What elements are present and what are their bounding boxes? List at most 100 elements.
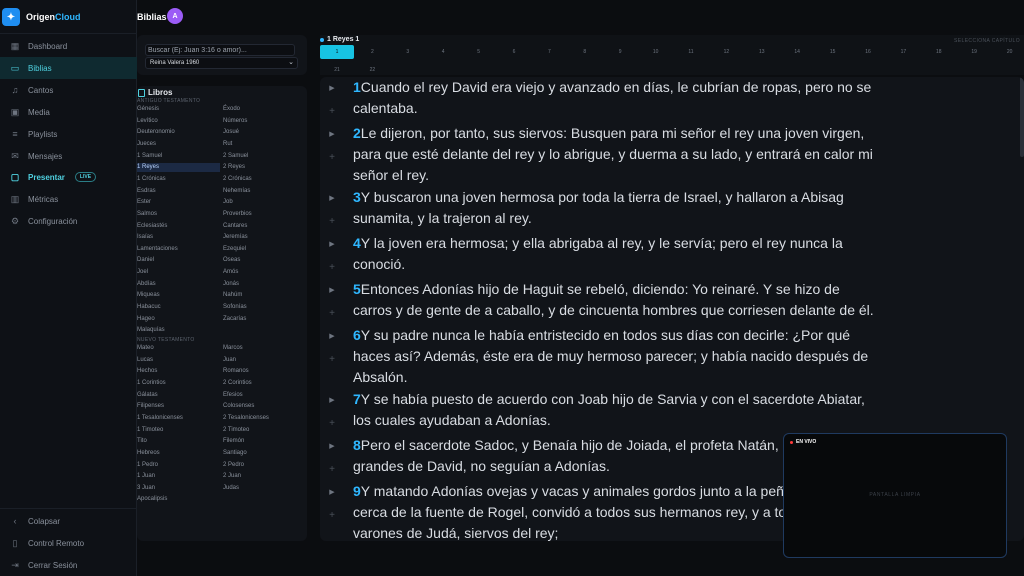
- book-item[interactable]: Eclesiastés: [137, 222, 167, 231]
- book-item[interactable]: Malaquías: [137, 326, 165, 335]
- book-item[interactable]: Jeremías: [223, 233, 248, 242]
- book-item[interactable]: Habacuc: [137, 303, 161, 312]
- brand[interactable]: ✦ OrigenCloud: [2, 6, 81, 28]
- book-item[interactable]: Filemón: [223, 437, 244, 446]
- chapter-button[interactable]: 12: [709, 45, 743, 59]
- book-item[interactable]: Nahúm: [223, 291, 242, 300]
- sidebar-item-media[interactable]: ▣ Media: [0, 101, 137, 123]
- book-item[interactable]: Ester: [137, 198, 151, 207]
- play-icon[interactable]: ▶: [324, 190, 340, 206]
- chapter-button[interactable]: 15: [816, 45, 850, 59]
- chapter-button[interactable]: 13: [745, 45, 779, 59]
- chapter-button[interactable]: 19: [957, 45, 991, 59]
- book-item[interactable]: Gálatas: [137, 391, 158, 400]
- book-item[interactable]: 1 Tesalonicenses: [137, 414, 183, 423]
- book-item[interactable]: Ezequiel: [223, 245, 246, 254]
- play-icon[interactable]: ▶: [324, 236, 340, 252]
- book-item[interactable]: Hebreos: [137, 449, 160, 458]
- book-item[interactable]: Levítico: [137, 117, 158, 126]
- book-item[interactable]: Apocalipsis: [137, 495, 167, 504]
- chapter-button[interactable]: 10: [639, 45, 673, 59]
- chapter-button[interactable]: 1: [320, 45, 354, 59]
- sidebar-item-mensajes[interactable]: ✉ Mensajes: [0, 145, 137, 167]
- chapter-button[interactable]: 18: [922, 45, 956, 59]
- sidebar-item-configuraci-n[interactable]: ⚙ Configuración: [0, 210, 137, 232]
- book-item[interactable]: Judas: [223, 484, 239, 493]
- book-item[interactable]: Juan: [223, 356, 236, 365]
- book-item[interactable]: Romanos: [223, 367, 249, 376]
- chapter-button[interactable]: 20: [993, 45, 1024, 59]
- search-input[interactable]: [145, 44, 295, 56]
- book-item[interactable]: Marcos: [223, 344, 243, 353]
- book-item[interactable]: 2 Tesalonicenses: [223, 414, 269, 423]
- book-item[interactable]: 1 Pedro: [137, 461, 158, 470]
- chapter-button[interactable]: 14: [780, 45, 814, 59]
- chapter-button[interactable]: 2: [355, 45, 389, 59]
- book-item[interactable]: Génesis: [137, 105, 159, 114]
- book-item[interactable]: 1 Samuel: [137, 152, 162, 161]
- live-preview[interactable]: EN VIVO PANTALLA LIMPIA: [783, 433, 1007, 558]
- chapter-button[interactable]: 5: [462, 45, 496, 59]
- book-item[interactable]: Amós: [223, 268, 238, 277]
- book-item[interactable]: Joel: [137, 268, 148, 277]
- book-item[interactable]: Números: [223, 117, 247, 126]
- sidebar-item-presentar[interactable]: ▢ Presentar LIVE: [0, 166, 137, 188]
- plus-icon[interactable]: +: [324, 103, 340, 119]
- book-item[interactable]: Zacarías: [223, 315, 246, 324]
- sidebar-bottom-cerrar-sesi-n[interactable]: ⇥ Cerrar Sesión: [0, 554, 137, 576]
- plus-icon[interactable]: +: [324, 461, 340, 477]
- book-item[interactable]: Deuteronomio: [137, 128, 175, 137]
- book-item[interactable]: Nehemías: [223, 187, 250, 196]
- book-item[interactable]: 2 Timoteo: [223, 426, 249, 435]
- book-item[interactable]: 1 Crónicas: [137, 175, 166, 184]
- version-select[interactable]: Reina Valera 1960 ⌄: [145, 57, 298, 69]
- book-item[interactable]: 1 Corintios: [137, 379, 166, 388]
- sidebar-item-cantos[interactable]: ♫ Cantos: [0, 79, 137, 101]
- book-item[interactable]: Sofonías: [223, 303, 247, 312]
- book-item[interactable]: Salmos: [137, 210, 157, 219]
- chapter-button[interactable]: 17: [886, 45, 920, 59]
- play-icon[interactable]: ▶: [324, 328, 340, 344]
- book-item[interactable]: Isaías: [137, 233, 153, 242]
- book-item[interactable]: Miqueas: [137, 291, 160, 300]
- chapter-button[interactable]: 22: [355, 63, 389, 77]
- chapter-button[interactable]: 7: [532, 45, 566, 59]
- book-item[interactable]: 2 Reyes: [223, 163, 245, 172]
- book-item[interactable]: Efesios: [223, 391, 243, 400]
- book-item[interactable]: Colosenses: [223, 402, 254, 411]
- chapter-button[interactable]: 3: [391, 45, 425, 59]
- book-item[interactable]: Filipenses: [137, 402, 164, 411]
- book-item[interactable]: 2 Juan: [223, 472, 241, 481]
- scrollbar[interactable]: [1020, 77, 1024, 157]
- play-icon[interactable]: ▶: [324, 282, 340, 298]
- book-item[interactable]: Hageo: [137, 315, 155, 324]
- book-item[interactable]: 2 Corintios: [223, 379, 252, 388]
- plus-icon[interactable]: +: [324, 149, 340, 165]
- play-icon[interactable]: ▶: [324, 392, 340, 408]
- verse-text[interactable]: 1Cuando el rey David era viejo y avanzad…: [353, 77, 875, 119]
- book-item[interactable]: Lamentaciones: [137, 245, 178, 254]
- chapter-button[interactable]: 9: [603, 45, 637, 59]
- book-item[interactable]: Daniel: [137, 256, 154, 265]
- book-item[interactable]: Job: [223, 198, 233, 207]
- sidebar-bottom-colapsar[interactable]: ‹ Colapsar: [0, 510, 137, 532]
- verse-text[interactable]: 2Le dijeron, por tanto, sus siervos: Bus…: [353, 123, 875, 186]
- book-item[interactable]: Éxodo: [223, 105, 240, 114]
- book-item[interactable]: Jueces: [137, 140, 156, 149]
- book-item[interactable]: Lucas: [137, 356, 153, 365]
- verse-text[interactable]: 3Y buscaron una joven hermosa por toda l…: [353, 187, 875, 229]
- plus-icon[interactable]: +: [324, 305, 340, 321]
- chapter-button[interactable]: 6: [497, 45, 531, 59]
- book-item[interactable]: 1 Reyes: [137, 163, 220, 173]
- book-item[interactable]: Tito: [137, 437, 147, 446]
- book-item[interactable]: 1 Juan: [137, 472, 155, 481]
- book-item[interactable]: Mateo: [137, 344, 154, 353]
- plus-icon[interactable]: +: [324, 415, 340, 431]
- book-item[interactable]: Oseas: [223, 256, 240, 265]
- book-item[interactable]: Abdías: [137, 280, 156, 289]
- plus-icon[interactable]: +: [324, 213, 340, 229]
- book-item[interactable]: Rut: [223, 140, 232, 149]
- play-icon[interactable]: ▶: [324, 438, 340, 454]
- book-item[interactable]: Cantares: [223, 222, 247, 231]
- verse-text[interactable]: 4Y la joven era hermosa; y ella abrigaba…: [353, 233, 875, 275]
